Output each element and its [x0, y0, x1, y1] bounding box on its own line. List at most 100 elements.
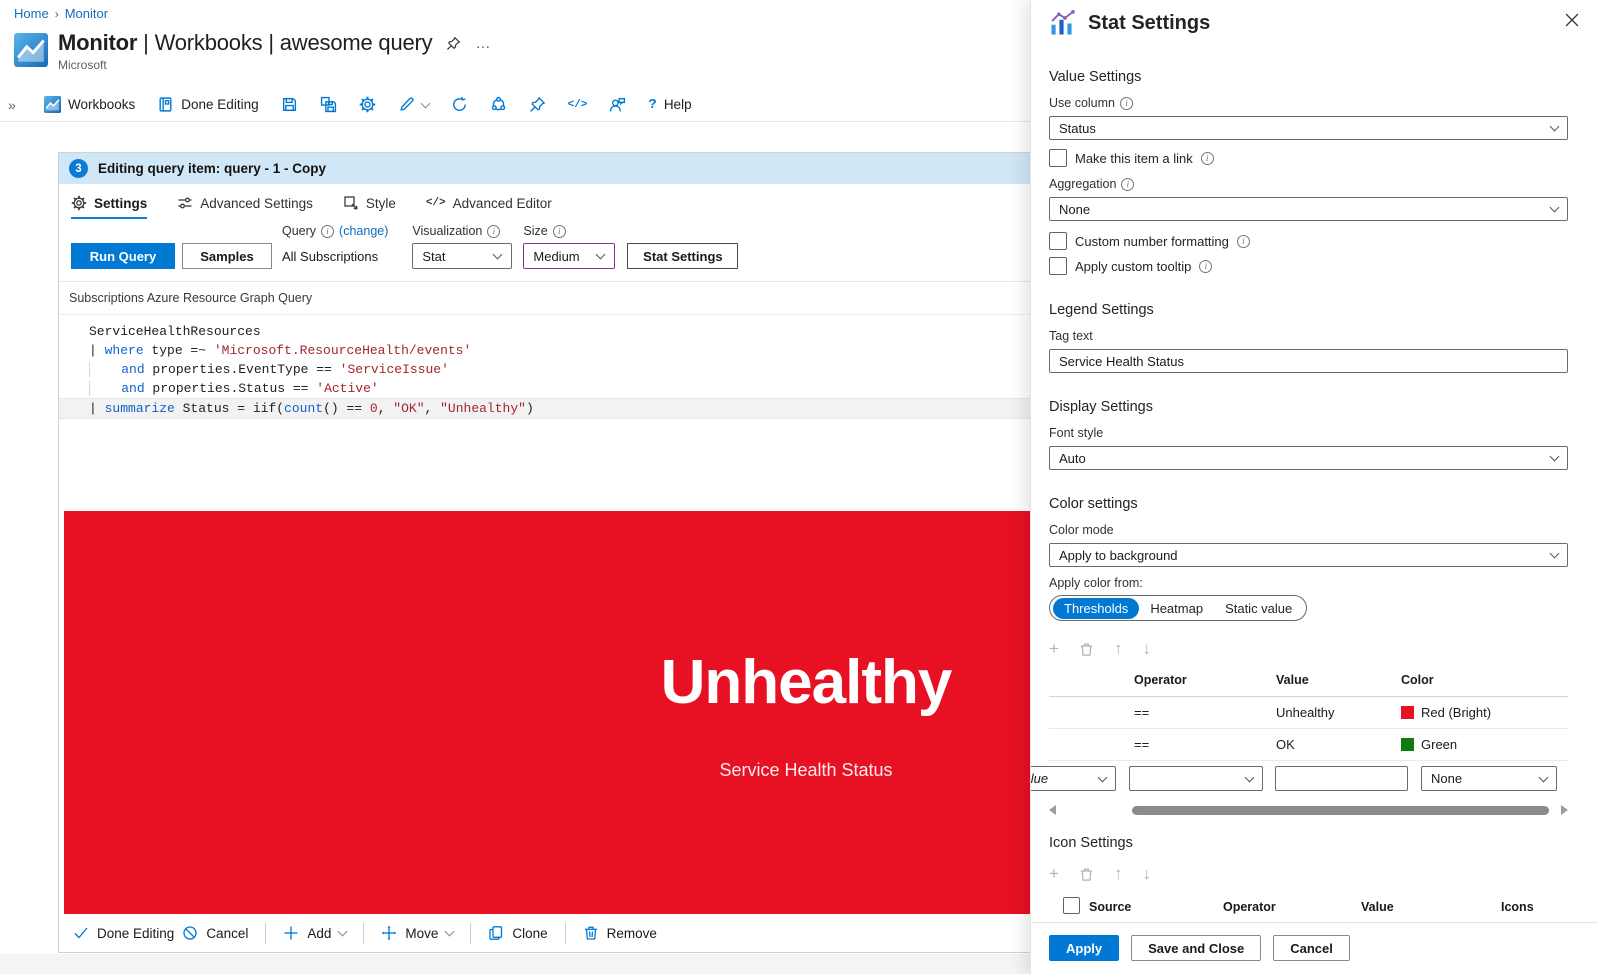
move-button[interactable]: Move — [381, 925, 455, 941]
info-icon[interactable]: i — [1120, 96, 1133, 110]
custom-number-checkbox[interactable] — [1049, 232, 1067, 250]
font-style-dropdown[interactable]: Auto — [1049, 446, 1568, 470]
aggregation-dropdown[interactable]: None — [1049, 197, 1568, 221]
display-settings-heading: Display Settings — [1049, 399, 1153, 415]
chevron-down-icon — [1097, 772, 1108, 782]
color-mode-dropdown[interactable]: Apply to background — [1049, 543, 1568, 567]
color-mode-label: Color mode — [1049, 523, 1114, 537]
scroll-right-icon[interactable] — [1561, 805, 1568, 815]
size-dropdown[interactable]: Medium — [523, 243, 616, 269]
gear-icon — [71, 195, 87, 211]
pill-heatmap[interactable]: Heatmap — [1139, 598, 1214, 619]
info-icon[interactable]: i — [321, 224, 335, 238]
info-icon[interactable]: i — [1121, 177, 1135, 191]
stat-settings-panel: Stat Settings Value Settings Use column i… — [1030, 0, 1598, 974]
info-icon[interactable]: i — [1236, 234, 1250, 248]
run-query-button[interactable]: Run Query — [71, 243, 175, 269]
tab-advanced-settings[interactable]: Advanced Settings — [177, 184, 313, 222]
chevron-down-icon[interactable] — [420, 98, 431, 108]
aggregation-label: Aggregation i — [1049, 177, 1568, 191]
threshold-color-dropdown[interactable]: None — [1421, 766, 1557, 791]
threshold-value-input[interactable] — [1275, 766, 1408, 791]
apply-color-from-label: Apply color from: — [1049, 576, 1143, 590]
step-badge: 3 — [69, 159, 88, 178]
move-up-icon[interactable]: ↑ — [1114, 639, 1123, 659]
help-button[interactable]: ? Help — [648, 97, 691, 113]
code-icon: </> — [425, 197, 446, 209]
pin-button[interactable] — [529, 96, 546, 113]
pill-static-value[interactable]: Static value — [1214, 598, 1303, 619]
refresh-button[interactable] — [451, 96, 468, 113]
pill-thresholds[interactable]: Thresholds — [1053, 597, 1140, 619]
settings-button[interactable] — [359, 96, 376, 113]
threshold-row[interactable]: == Unhealthy Red (Bright) — [1049, 697, 1568, 729]
tag-text-input[interactable]: Service Health Status — [1049, 349, 1568, 373]
cancel-button[interactable]: Cancel — [1273, 935, 1350, 961]
feedback-button[interactable] — [609, 96, 626, 113]
threshold-row[interactable]: == OK Green — [1049, 729, 1568, 761]
clone-button[interactable]: Clone — [488, 925, 548, 941]
stat-settings-button[interactable]: Stat Settings — [627, 243, 739, 269]
tab-style[interactable]: Style — [343, 184, 396, 222]
done-editing-button[interactable]: Done Editing — [73, 925, 174, 941]
chevron-down-icon — [337, 926, 348, 937]
scroll-left-icon[interactable] — [1049, 805, 1056, 815]
save-button[interactable] — [281, 96, 298, 113]
check-icon — [74, 927, 88, 939]
move-down-icon[interactable]: ↓ — [1142, 864, 1151, 884]
threshold-scrollbar[interactable] — [1049, 804, 1568, 816]
expand-toolbar-icon[interactable]: » — [8, 97, 44, 113]
threshold-operator-dropdown[interactable] — [1129, 766, 1263, 791]
scrollbar-thumb[interactable] — [1132, 805, 1549, 815]
add-button[interactable]: Add — [283, 925, 348, 941]
pencil-icon — [398, 96, 415, 113]
save-and-close-button[interactable]: Save and Close — [1131, 935, 1262, 961]
change-query-link[interactable]: (change) — [339, 224, 388, 238]
share-button[interactable] — [490, 96, 507, 113]
breadcrumb-home-link[interactable]: Home — [14, 6, 49, 21]
info-icon[interactable]: i — [1199, 259, 1213, 273]
move-up-icon[interactable]: ↑ — [1114, 864, 1123, 884]
cancel-button[interactable]: Cancel — [182, 925, 248, 941]
toolbar-done-editing-button[interactable]: Done Editing — [157, 96, 259, 113]
custom-tooltip-checkbox[interactable] — [1049, 257, 1067, 275]
delete-row-icon[interactable] — [1079, 867, 1094, 882]
refresh-icon — [451, 96, 468, 113]
advanced-editor-button[interactable]: </> — [568, 99, 588, 111]
add-row-icon[interactable]: + — [1049, 639, 1059, 659]
add-row-icon[interactable]: + — [1049, 864, 1059, 884]
tab-settings[interactable]: Settings — [71, 184, 148, 222]
move-down-icon[interactable]: ↓ — [1142, 639, 1151, 659]
stat-chart-icon — [1051, 10, 1075, 35]
visualization-dropdown[interactable]: Stat — [412, 243, 513, 269]
icon-settings-actions: + ↑ ↓ — [1049, 864, 1568, 884]
info-icon[interactable]: i — [487, 224, 501, 238]
threshold-source-dropdown[interactable]: Cell value — [1031, 766, 1116, 791]
breadcrumb-separator-icon: › — [54, 6, 59, 21]
pin-icon[interactable] — [446, 36, 461, 51]
info-icon[interactable]: i — [552, 224, 566, 238]
value-settings-heading: Value Settings — [1049, 69, 1142, 85]
make-link-checkbox[interactable] — [1049, 149, 1067, 167]
code-icon: </> — [567, 98, 588, 111]
save-as-button[interactable] — [320, 96, 337, 113]
threshold-actions: + ↑ ↓ — [1049, 639, 1568, 659]
page-header: Monitor | Workbooks | awesome query … Mi… — [14, 30, 491, 72]
breadcrumb-monitor-link[interactable]: Monitor — [65, 6, 108, 21]
plus-icon — [284, 926, 298, 940]
apply-button[interactable]: Apply — [1049, 935, 1120, 961]
chevron-down-icon — [1549, 121, 1560, 132]
delete-row-icon[interactable] — [1079, 642, 1094, 657]
close-icon[interactable] — [1564, 12, 1580, 28]
remove-button[interactable]: Remove — [583, 925, 657, 941]
tab-advanced-editor[interactable]: </> Advanced Editor — [426, 184, 552, 222]
toolbar-workbooks-button[interactable]: Workbooks — [44, 96, 135, 113]
select-all-checkbox[interactable] — [1063, 897, 1080, 914]
use-column-dropdown[interactable]: Status — [1049, 116, 1568, 140]
more-actions-icon[interactable]: … — [475, 35, 491, 52]
chevron-down-icon — [1549, 451, 1560, 462]
edit-button[interactable] — [398, 96, 431, 113]
info-icon[interactable]: i — [1200, 151, 1214, 165]
samples-button[interactable]: Samples — [182, 243, 272, 269]
breadcrumb: Home › Monitor — [14, 6, 108, 21]
